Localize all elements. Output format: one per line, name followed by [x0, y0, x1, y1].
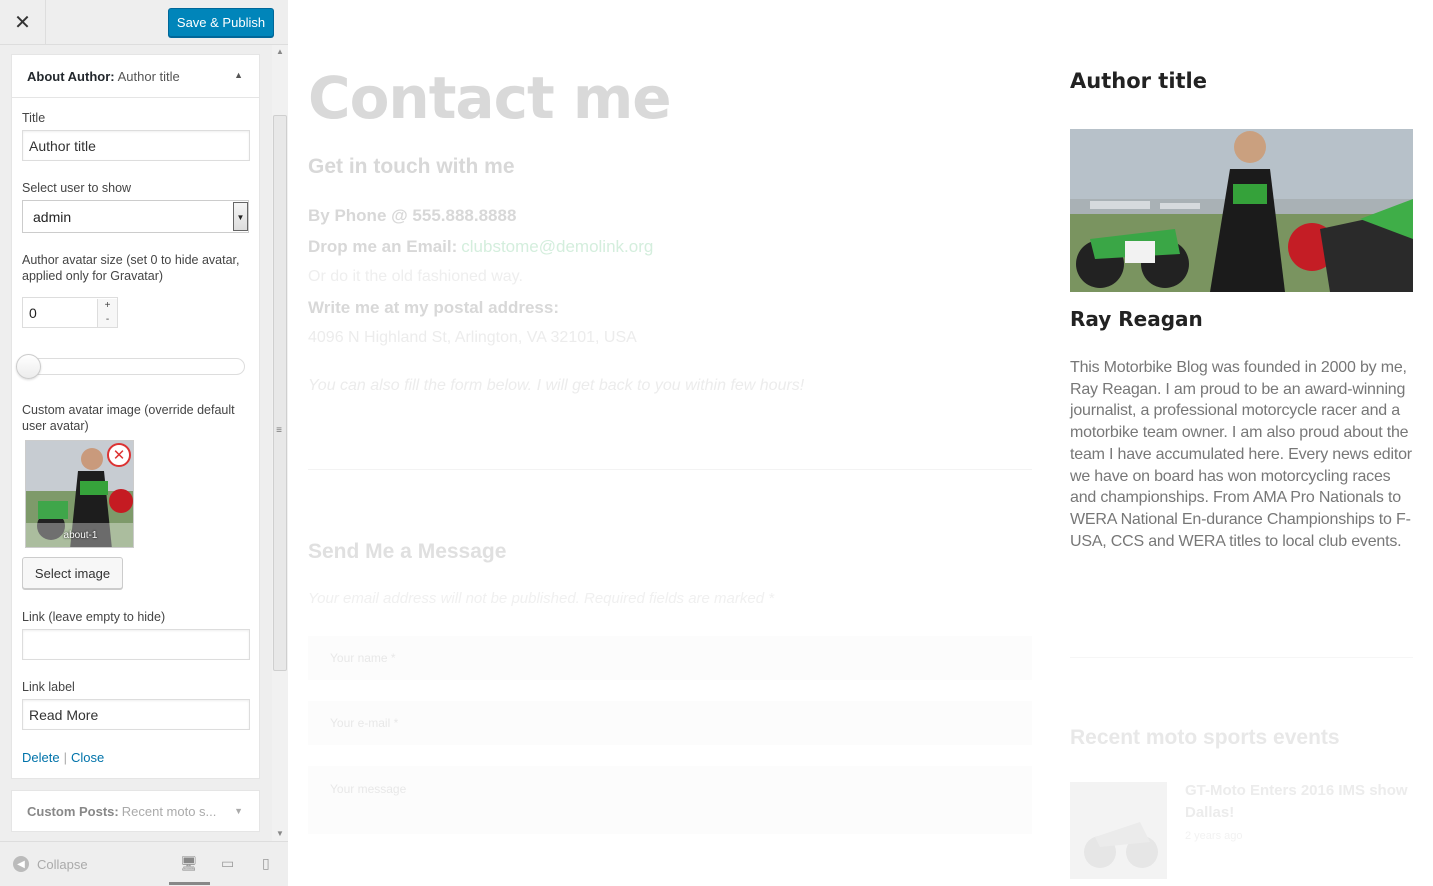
postal-label: Write me at my postal address:: [308, 298, 559, 317]
author-widget-title: Author title: [1070, 69, 1208, 93]
email-field[interactable]: Your e-mail *: [308, 701, 1032, 745]
author-image: [1070, 129, 1413, 292]
expand-arrow-icon[interactable]: ▼: [234, 806, 243, 816]
author-photo: [1070, 129, 1413, 292]
name-field[interactable]: Your name *: [308, 636, 1032, 680]
old-fashioned-text: Or do it the old fashioned way.: [308, 268, 523, 285]
custom-avatar-label: Custom avatar image (override default us…: [22, 403, 235, 433]
customizer-header: ✕ Save & Publish: [0, 0, 288, 45]
page-subtitle: Get in touch with me: [308, 155, 515, 178]
collapse-label: Collapse: [37, 856, 88, 872]
active-device-indicator: [169, 882, 210, 885]
scroll-down-icon[interactable]: ▼: [272, 829, 288, 839]
collapse-icon: ◀: [13, 856, 29, 872]
widget-title: Custom Posts:: [27, 803, 119, 819]
widget-header-about-author[interactable]: About Author: Author title ▲: [12, 55, 259, 98]
close-link[interactable]: Close: [71, 750, 104, 765]
email-label: Drop me an Email:: [308, 237, 458, 256]
link-label: Link (leave empty to hide): [22, 610, 166, 624]
widget-custom-posts[interactable]: Custom Posts: Recent moto s... ▼: [11, 790, 260, 832]
required-note: Your email address will not be published…: [308, 590, 775, 607]
site-preview: Contact me Get in touch with me By Phone…: [289, 0, 1433, 886]
recent-post-date: 2 years ago: [1185, 830, 1243, 842]
link-label-label: Link label: [22, 680, 75, 694]
avatar-caption: about-1: [63, 530, 98, 541]
link-input[interactable]: [22, 629, 250, 660]
select-user-label: Select user to show: [22, 181, 132, 195]
author-bio: This Motorbike Blog was founded in 2000 …: [1070, 359, 1412, 550]
contact-phone: By Phone @ 555.888.8888: [308, 206, 517, 225]
resize-handle-icon[interactable]: ≡: [272, 425, 286, 445]
desktop-preview-icon[interactable]: 🖥: [180, 855, 198, 872]
avatar-size-value: 0: [29, 304, 37, 321]
increment-button[interactable]: +: [97, 299, 117, 313]
widget-about-author: About Author: Author title ▲ Title Autho…: [11, 54, 260, 779]
customizer-sidebar: ✕ Save & Publish About Author: Author ti…: [0, 0, 288, 886]
avatar-size-slider[interactable]: [18, 358, 245, 375]
link-label-input[interactable]: Read More: [22, 699, 250, 730]
scroll-up-icon[interactable]: ▲: [272, 47, 288, 57]
mobile-preview-icon[interactable]: ▯: [262, 855, 270, 872]
slider-handle[interactable]: [16, 354, 41, 379]
widget-actions: Delete | Close: [22, 750, 104, 765]
select-user-value: admin: [33, 208, 72, 225]
widgets-panel: About Author: Author title ▲ Title Autho…: [0, 45, 288, 841]
customizer-footer: ◀ Collapse 🖥 ▭ ▯: [0, 841, 288, 886]
select-image-button[interactable]: Select image: [22, 557, 123, 589]
decrement-button[interactable]: -: [97, 313, 117, 327]
select-user-dropdown[interactable]: admin ▼: [22, 200, 249, 233]
email-link[interactable]: clubstome@demolink.org: [461, 237, 653, 256]
widget-title: About Author:: [27, 68, 115, 84]
remove-image-icon[interactable]: ✕: [107, 443, 131, 467]
page-title: Contact me: [308, 64, 672, 132]
title-input[interactable]: Author title: [22, 130, 250, 161]
message-field[interactable]: Your message: [308, 766, 1032, 834]
widget-subtitle: Recent moto s...: [121, 803, 217, 819]
postal-address: 4096 N Highland St, Arlington, VA 32101,…: [308, 329, 637, 346]
collapse-arrow-icon[interactable]: ▲: [234, 70, 243, 80]
avatar-size-input[interactable]: 0 + -: [22, 297, 118, 328]
scrollbar-thumb[interactable]: [273, 115, 287, 671]
recent-post-title[interactable]: GT-Moto Enters 2016 IMS show Dallas!: [1185, 780, 1415, 824]
save-publish-button[interactable]: Save & Publish: [168, 8, 274, 37]
collapse-button[interactable]: ◀ Collapse: [13, 856, 88, 872]
title-label: Title: [22, 111, 46, 125]
recent-post-image: [1084, 822, 1158, 868]
widget-subtitle: Author title: [117, 68, 180, 84]
close-icon[interactable]: ✕: [0, 0, 46, 44]
delete-link[interactable]: Delete: [22, 750, 60, 765]
widget-header-custom-posts[interactable]: Custom Posts: Recent moto s... ▼: [12, 791, 259, 831]
contact-email: Drop me an Email: clubstome@demolink.org: [308, 237, 653, 257]
chevron-down-icon[interactable]: ▼: [233, 202, 248, 231]
divider: [1070, 657, 1413, 658]
avatar-size-label: Author avatar size (set 0 to hide avatar…: [22, 253, 240, 283]
send-message-heading: Send Me a Message: [308, 540, 507, 563]
author-name: Ray Reagan: [1070, 307, 1203, 331]
tablet-preview-icon[interactable]: ▭: [221, 855, 234, 872]
recent-events-title: Recent moto sports events: [1070, 726, 1340, 749]
separator: |: [63, 750, 67, 765]
divider: [308, 469, 1032, 470]
recent-post-thumbnail[interactable]: [1070, 782, 1167, 879]
form-note: You can also fill the form below. I will…: [308, 377, 805, 394]
